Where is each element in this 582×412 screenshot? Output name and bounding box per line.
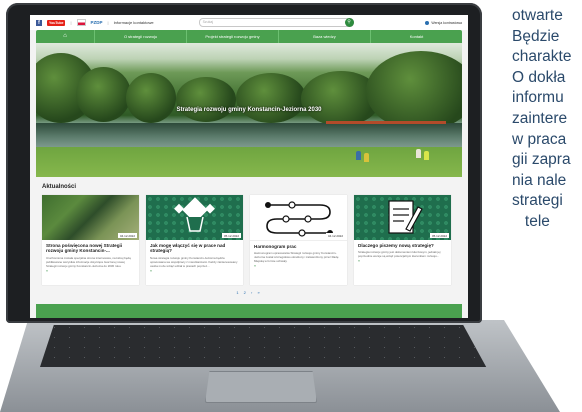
tree-shape: [366, 51, 462, 131]
top-bar: f YouTube | PZDP | Informacje kontaktowe…: [30, 15, 468, 30]
news-card[interactable]: 04.12.2022 Harmonogram prac Harmonogram …: [250, 195, 347, 285]
laptop-lid: f YouTube | PZDP | Informacje kontaktowe…: [6, 3, 482, 323]
person-figure: [356, 151, 361, 160]
read-more-link[interactable]: »: [150, 269, 239, 273]
card-image-roadmap: 04.12.2022: [250, 195, 347, 241]
main-navigation: ⌂ O strategii rozwoju Projekt strategii …: [36, 30, 462, 43]
facebook-icon[interactable]: f: [36, 19, 42, 26]
bg-line: otwarte: [512, 7, 563, 24]
card-image-hand-icon: 05.12.2022: [146, 195, 243, 240]
card-title[interactable]: Harmonogram prac: [254, 244, 343, 249]
contrast-toggle[interactable]: Wersja kontrastowa: [425, 20, 462, 25]
card-text: Strategia rozwoju gminy jest dokumentem …: [358, 250, 441, 259]
background-article-text: otwarte Będzie charakte O dokła informu …: [512, 6, 582, 233]
tree-shape: [236, 73, 306, 123]
person-figure: [416, 149, 421, 158]
card-text: Harmonogram opracowania Strategii rozwoj…: [254, 251, 339, 264]
youtube-icon[interactable]: YouTube: [47, 19, 66, 26]
card-text: Nowa strategia rozwoju gminy Konstancin-…: [150, 255, 238, 268]
bg-line: charakte: [512, 48, 572, 66]
card-image-document: 05.12.2022: [354, 195, 451, 240]
poland-flag-icon: [76, 19, 86, 26]
contrast-icon: [425, 20, 430, 25]
bg-line: tele: [512, 212, 550, 230]
news-card[interactable]: 05.12.2022 Jak mogę włączyć się w prace …: [146, 195, 243, 285]
tree-shape: [176, 77, 236, 122]
bg-line: w praca: [512, 130, 567, 148]
card-image-aerial: 04.12.2022: [42, 195, 139, 240]
read-more-link[interactable]: »: [254, 264, 343, 268]
pagination[interactable]: 1 2 › »: [36, 290, 462, 295]
read-more-link[interactable]: »: [46, 269, 135, 273]
meadow: [36, 147, 462, 177]
news-heading: Aktualności: [42, 184, 77, 190]
bg-line: gii zapra: [512, 151, 571, 169]
read-more-link[interactable]: »: [358, 259, 447, 263]
nav-item-strategy-project[interactable]: Projekt strategii rozwoju gminy: [187, 30, 279, 43]
contact-info-link[interactable]: Informacje kontaktowe: [114, 20, 154, 25]
news-section: Aktualności 04.12.2022 Strona poświęcona…: [30, 177, 468, 295]
card-date: 04.12.2022: [117, 233, 137, 238]
news-card[interactable]: 04.12.2022 Strona poświęcona nowej Strat…: [42, 195, 139, 285]
search-button[interactable]: ⚲: [344, 18, 354, 27]
separator: |: [70, 20, 72, 25]
nav-item-knowledge-base[interactable]: Baza wiedzy: [279, 30, 371, 43]
home-icon[interactable]: ⌂: [36, 30, 95, 43]
search-input[interactable]: Szukaj ⚲: [198, 18, 354, 27]
bg-line: informu: [512, 89, 564, 107]
separator: |: [107, 20, 109, 25]
laptop-screen: f YouTube | PZDP | Informacje kontaktowe…: [30, 15, 468, 318]
card-date: 05.12.2022: [429, 233, 449, 238]
news-card[interactable]: 05.12.2022 Dlaczego piszemy nową strateg…: [354, 195, 451, 285]
news-cards: 04.12.2022 Strona poświęcona nowej Strat…: [36, 195, 462, 285]
tree-shape: [76, 67, 131, 122]
laptop-trackpad: [205, 371, 317, 403]
card-title[interactable]: Jak mogę włączyć się w prace nad strateg…: [150, 243, 239, 254]
bg-line: O dokła: [512, 68, 566, 86]
laptop-keyboard: [40, 325, 487, 367]
bg-line: zaintere: [512, 109, 568, 127]
person-figure: [364, 153, 369, 162]
tree-shape: [126, 73, 176, 123]
nav-item-about-strategy[interactable]: O strategii rozwoju: [95, 30, 187, 43]
hero-banner: Strategia rozwoju gminy Konstancin-Jezio…: [36, 43, 462, 177]
person-figure: [424, 151, 429, 160]
bg-line: nia nale: [512, 171, 567, 189]
card-text: Uruchomiona została specjalna strona int…: [46, 255, 131, 268]
red-bridge: [326, 121, 446, 124]
bg-line: strategi: [512, 192, 563, 210]
card-date: 05.12.2022: [221, 233, 241, 238]
hero-title: Strategia rozwoju gminy Konstancin-Jezio…: [176, 107, 322, 113]
footer-band: [36, 304, 462, 318]
contrast-label: Wersja kontrastowa: [431, 20, 462, 25]
card-title[interactable]: Strona poświęcona nowej Strategii rozwoj…: [46, 243, 135, 254]
nav-item-contact[interactable]: Kontakt: [371, 30, 462, 43]
search-placeholder: Szukaj: [202, 20, 214, 24]
pzdp-logo[interactable]: PZDP: [91, 20, 103, 25]
card-date: 04.12.2022: [325, 233, 345, 238]
bg-line: Będzie: [512, 27, 560, 45]
card-title[interactable]: Dlaczego piszemy nową strategię?: [358, 243, 447, 248]
